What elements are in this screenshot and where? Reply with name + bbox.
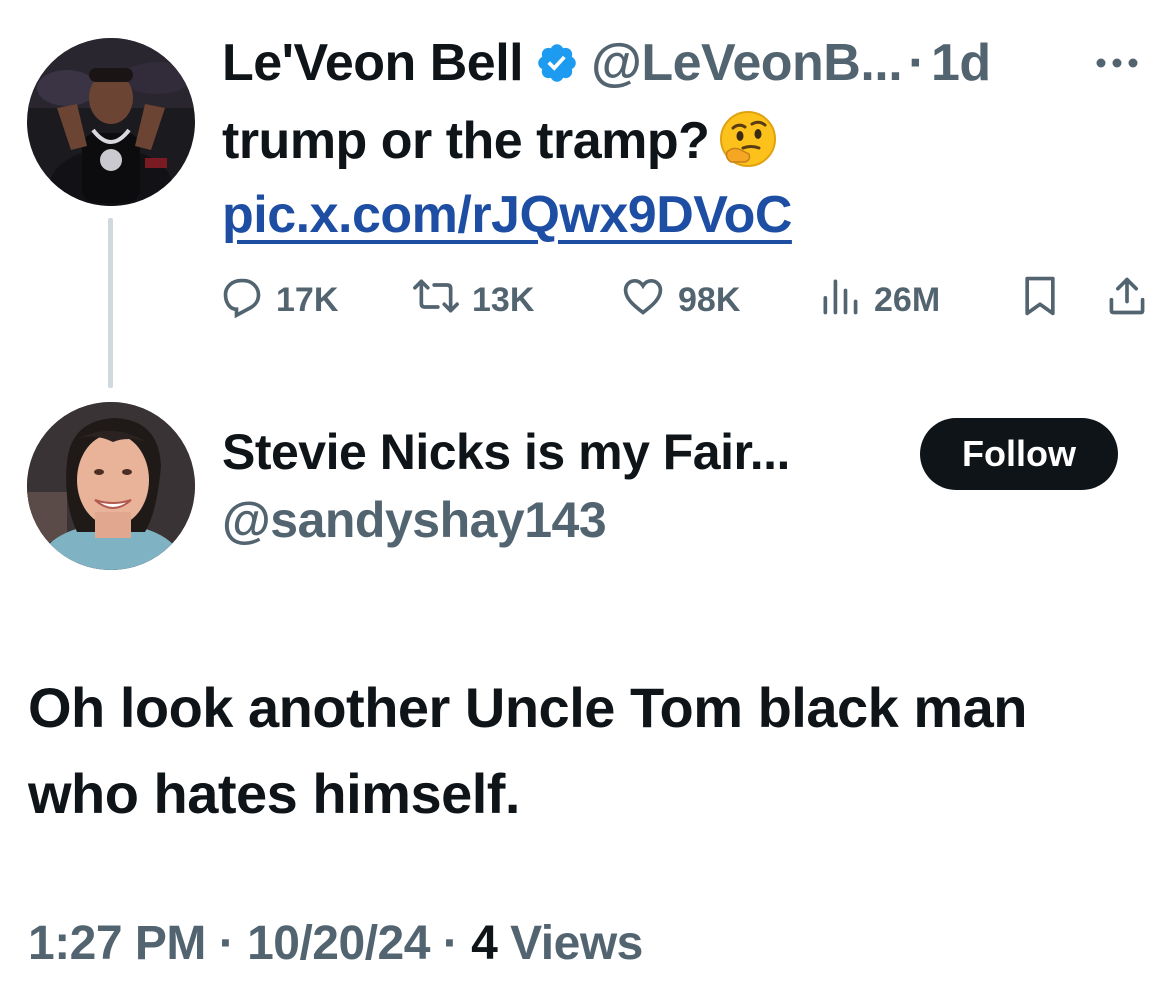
reply-views-count: 4 [471,917,498,970]
bookmark-icon [1020,274,1060,327]
view-count: 26M [874,280,941,319]
media-link[interactable]: pic.x.com/rJQwx9DVoC [222,180,792,250]
reply-metadata: 1:27 PM · 10/20/24 · 4 Views [28,912,643,976]
reply-button[interactable]: 17K [220,270,338,330]
reply-author-display-name[interactable]: Stevie Nicks is my Fair... [222,420,790,484]
thinking-face-icon [719,110,777,186]
reply-count: 17K [276,280,339,319]
meta-separator: · [442,917,459,970]
author-display-name[interactable]: Le'Veon Bell [222,33,524,93]
repost-icon [412,274,460,327]
reply-date[interactable]: 10/20/24 [247,917,430,970]
repost-count: 13K [472,280,535,319]
tweet-body: trump or the tramp? [222,112,710,170]
thread-connector-line [108,218,113,388]
reply-icon [220,274,264,327]
original-tweet-text: trump or the tramp? [222,106,777,186]
follow-button[interactable]: Follow [920,418,1118,490]
like-icon [620,274,666,327]
views-button[interactable]: 26M [818,270,940,330]
header-separator: · [908,34,925,92]
views-icon [818,274,862,327]
avatar-leveon-bell[interactable] [27,38,195,206]
author-handle[interactable]: @LeVeonB... [591,33,903,93]
share-button[interactable] [1105,270,1149,330]
more-icon[interactable] [1093,48,1141,78]
verified-badge-icon [535,41,579,85]
tweet-action-bar: 17K 13K 98K 26M [220,270,1155,330]
reply-time[interactable]: 1:27 PM [28,917,206,970]
share-icon [1105,274,1149,327]
bookmark-button[interactable] [1020,270,1060,330]
meta-separator: · [218,917,235,970]
original-tweet-header: Le'Veon Bell @LeVeonB... · 1d [222,28,991,98]
repost-button[interactable]: 13K [412,270,534,330]
reply-tweet-text: Oh look another Uncle Tom black man who … [28,676,1027,825]
reply-views-label: Views [510,917,643,970]
avatar-sandyshay143[interactable] [27,402,195,570]
tweet-timestamp[interactable]: 1d [931,33,991,93]
reply-author-handle[interactable]: @sandyshay143 [222,488,607,552]
like-button[interactable]: 98K [620,270,740,330]
like-count: 98K [678,280,741,319]
